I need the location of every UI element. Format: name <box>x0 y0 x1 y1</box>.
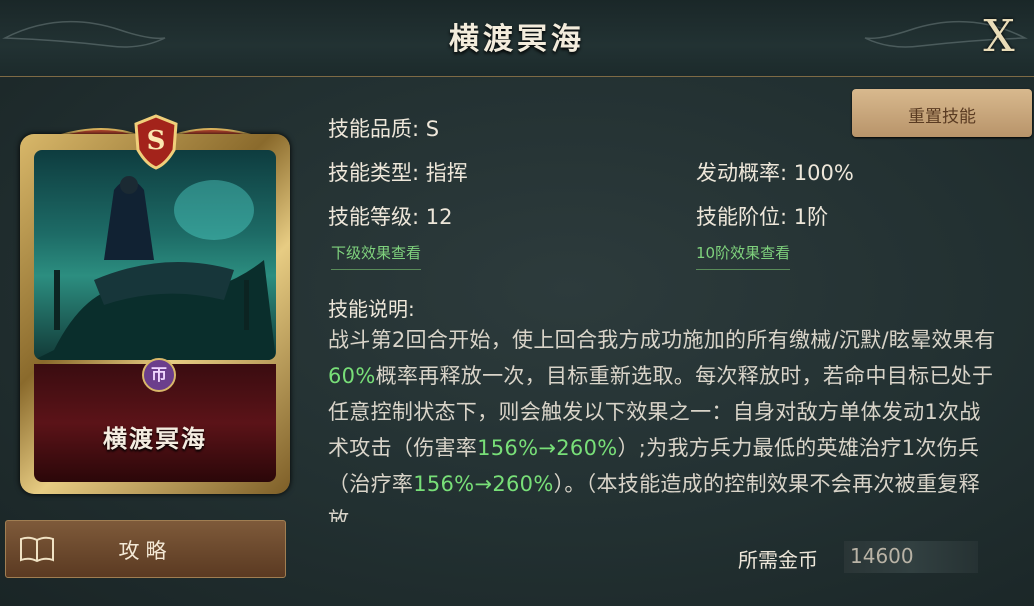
skill-quality: 技能品质: S <box>328 117 440 141</box>
description-text: 战斗第2回合开始，使上回合我方成功施加的所有缴械/沉默/眩晕效果有 <box>328 328 996 352</box>
activation-chance: 发动概率: 100% <box>696 161 854 185</box>
close-button[interactable]: X <box>974 10 1024 62</box>
skill-description: 战斗第2回合开始，使上回合我方成功施加的所有缴械/沉默/眩晕效果有60%概率再释… <box>328 322 996 522</box>
description-title: 技能说明: <box>328 297 415 321</box>
skill-rank: S <box>146 126 166 156</box>
skill-artwork <box>34 150 276 360</box>
skill-level: 技能等级: 12 <box>328 205 453 229</box>
description-highlight: 156%→260% <box>413 472 554 496</box>
skill-type: 技能类型: 指挥 <box>328 161 468 185</box>
faction-emblem-icon: 帀 <box>142 358 176 392</box>
reset-skill-button[interactable]: 重置技能 <box>852 89 1032 137</box>
page-title: 横渡冥海 <box>449 22 585 57</box>
tier10-effect-link[interactable]: 10阶效果查看 <box>696 242 791 270</box>
skill-card: S 帀 横渡冥海 <box>14 104 298 498</box>
gold-cost-label: 所需金币 <box>738 548 818 572</box>
card-skill-name: 横渡冥海 <box>103 425 207 453</box>
description-highlight: 156%→260% <box>477 436 618 460</box>
guide-button[interactable]: 攻略 <box>5 520 286 578</box>
next-level-effect-link[interactable]: 下级效果查看 <box>331 242 422 270</box>
skill-stage: 技能阶位: 1阶 <box>696 205 829 229</box>
guide-label: 攻略 <box>118 539 173 563</box>
description-highlight: 60% <box>328 364 376 388</box>
gold-cost-value: 14600 <box>850 544 914 568</box>
title-bar: 横渡冥海 X <box>0 0 1034 77</box>
reset-skill-label: 重置技能 <box>908 107 976 127</box>
